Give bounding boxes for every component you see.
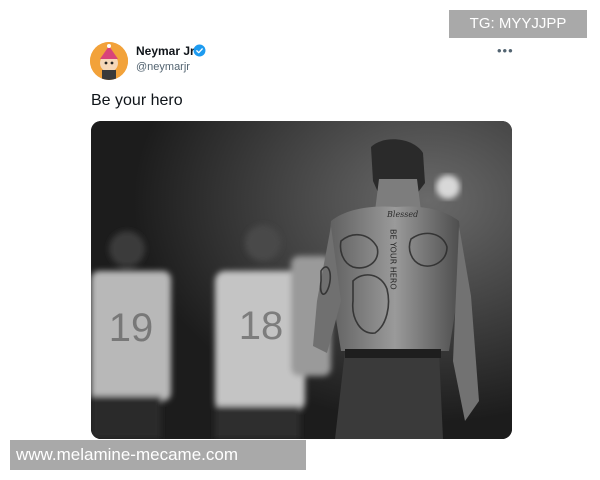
avatar-image (90, 42, 128, 80)
tattoo-vertical-text: BE YOUR HERO (389, 229, 398, 290)
tweet-photo[interactable]: 19 18 Blessed BE YOUR HERO (91, 121, 512, 439)
verified-badge-icon (193, 44, 206, 57)
jersey-number-19: 19 (109, 306, 154, 350)
tattoo-script: Blessed (386, 210, 418, 219)
more-horizontal-icon[interactable]: ••• (497, 43, 514, 58)
author-name[interactable]: Neymar Jr (136, 44, 195, 58)
tweet-text: Be your hero (91, 92, 183, 109)
watermark-top: TG: MYYJJPP (449, 10, 587, 38)
author-handle[interactable]: @neymarjr (136, 61, 190, 73)
watermark-bottom: www.melamine-mecame.com (10, 440, 306, 470)
jersey-number-18: 18 (239, 304, 284, 348)
tweet-card: Neymar Jr @neymarjr ••• TG: MYYJJPP Be y… (0, 0, 600, 480)
photo-football-player-back: 19 18 Blessed BE YOUR HERO (91, 121, 512, 439)
avatar[interactable] (90, 42, 128, 80)
